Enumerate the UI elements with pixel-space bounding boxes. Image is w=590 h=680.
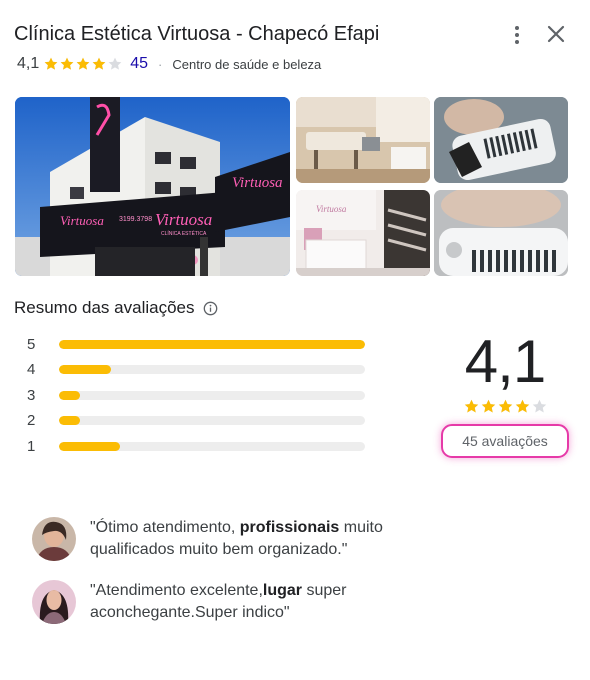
rating-bar-fill (59, 365, 112, 374)
rating-bar-row[interactable]: 2 (27, 411, 365, 431)
review-count-link[interactable]: 45 (130, 55, 148, 73)
rating-bar-track (59, 339, 365, 349)
rating-bar-fill (59, 339, 365, 349)
summary-title: Resumo das avaliações (14, 298, 195, 317)
avatar (32, 517, 76, 561)
star-icon (92, 57, 106, 70)
star-icon (498, 399, 513, 413)
rating-bar-row[interactable]: 3 (27, 385, 365, 405)
star-icon (515, 399, 530, 413)
rating-bar-label: 3 (27, 386, 36, 404)
rating-bar-label: 5 (27, 335, 36, 353)
photo-device-grill[interactable] (434, 97, 568, 183)
avatar (32, 580, 76, 624)
star-icon (44, 57, 58, 70)
star-icon (60, 57, 74, 70)
review-text-1: "Ótimo atendimento, profissionais muito … (90, 519, 383, 558)
rating-row: 4,1 45 · Centro de saúde e beleza (17, 54, 321, 74)
info-icon[interactable] (203, 301, 218, 316)
reception-sign: Virtuosa (316, 204, 347, 214)
more-vert-icon[interactable] (505, 22, 529, 48)
place-title: Clínica Estética Virtuosa - Chapecó Efap… (14, 23, 380, 45)
rating-bar-fill (59, 390, 81, 400)
rating-bar-label: 4 (27, 361, 36, 378)
rating-bar-track (59, 416, 365, 425)
facade-sign-sub: CLÍNICA ESTÉTICA (161, 230, 207, 237)
photo-device-closeup[interactable] (434, 190, 568, 276)
facade-sign-side: Virtuosa (60, 213, 104, 228)
average-stars (463, 398, 548, 415)
review-snippet-1[interactable]: "Ótimo atendimento, profissionais muito … (32, 517, 410, 561)
review-text-2: "Atendimento excelente,lugar super aconc… (90, 582, 347, 621)
rating-bar-track (59, 365, 365, 374)
rating-bar-label: 1 (27, 437, 36, 455)
category-label: Centro de saúde e beleza (172, 56, 322, 72)
photo-reception[interactable]: Virtuosa (296, 190, 430, 276)
facade-sign-right: Virtuosa (232, 175, 283, 191)
rating-bar-row[interactable]: 4 (27, 360, 365, 380)
rating-value: 4,1 (17, 55, 40, 72)
star-icon (481, 399, 496, 413)
star-icon (532, 399, 547, 413)
rating-bar-fill (59, 416, 81, 425)
rating-bar-track (59, 441, 365, 451)
rating-stars (43, 56, 123, 72)
star-icon (108, 57, 122, 70)
photo-facade[interactable]: Virtuosa CLÍNICA ESTÉTICA Virtuosa 3199.… (15, 97, 290, 276)
all-reviews-link[interactable]: 45 avaliações (441, 424, 569, 458)
rating-bar-track (59, 390, 365, 400)
star-icon (464, 399, 479, 413)
separator-dot: · (158, 56, 163, 72)
rating-bar-label: 2 (27, 412, 36, 429)
star-icon (76, 57, 90, 70)
photo-treatment-room[interactable] (296, 97, 430, 183)
average-rating: 4,1 (464, 328, 546, 395)
rating-bar-fill (59, 441, 121, 451)
facade-phone: 3199.3798 (119, 216, 152, 223)
close-icon[interactable] (545, 23, 567, 45)
facade-sign-main: Virtuosa (155, 210, 212, 229)
rating-bar-row[interactable]: 5 (27, 334, 365, 354)
rating-bar-row[interactable]: 1 (27, 436, 365, 456)
reviews-summary-heading: Resumo das avaliações (14, 298, 218, 318)
review-snippet-2[interactable]: "Atendimento excelente,lugar super aconc… (32, 580, 410, 624)
